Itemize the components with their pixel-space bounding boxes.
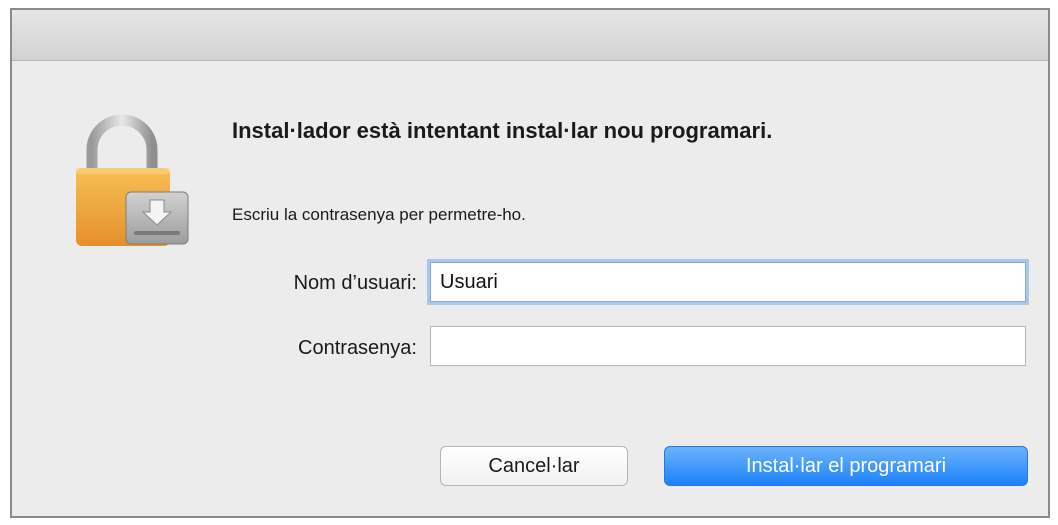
dialog-heading: Instal·lador està intentant instal·lar n… — [232, 118, 773, 143]
username-label: Nom d’usuari: — [293, 272, 417, 294]
auth-dialog: Instal·lador està intentant instal·lar n… — [10, 8, 1050, 518]
dialog-subtext: Escriu la contrasenya per permetre-ho. — [232, 205, 526, 224]
lock-icon — [70, 110, 200, 248]
install-software-button[interactable]: Instal·lar el programari — [664, 446, 1028, 486]
password-label: Contrasenya: — [298, 337, 417, 359]
username-field[interactable] — [430, 262, 1026, 302]
title-bar[interactable] — [12, 10, 1048, 61]
password-field[interactable] — [430, 326, 1026, 366]
cancel-button[interactable]: Cancel·lar — [440, 446, 628, 486]
